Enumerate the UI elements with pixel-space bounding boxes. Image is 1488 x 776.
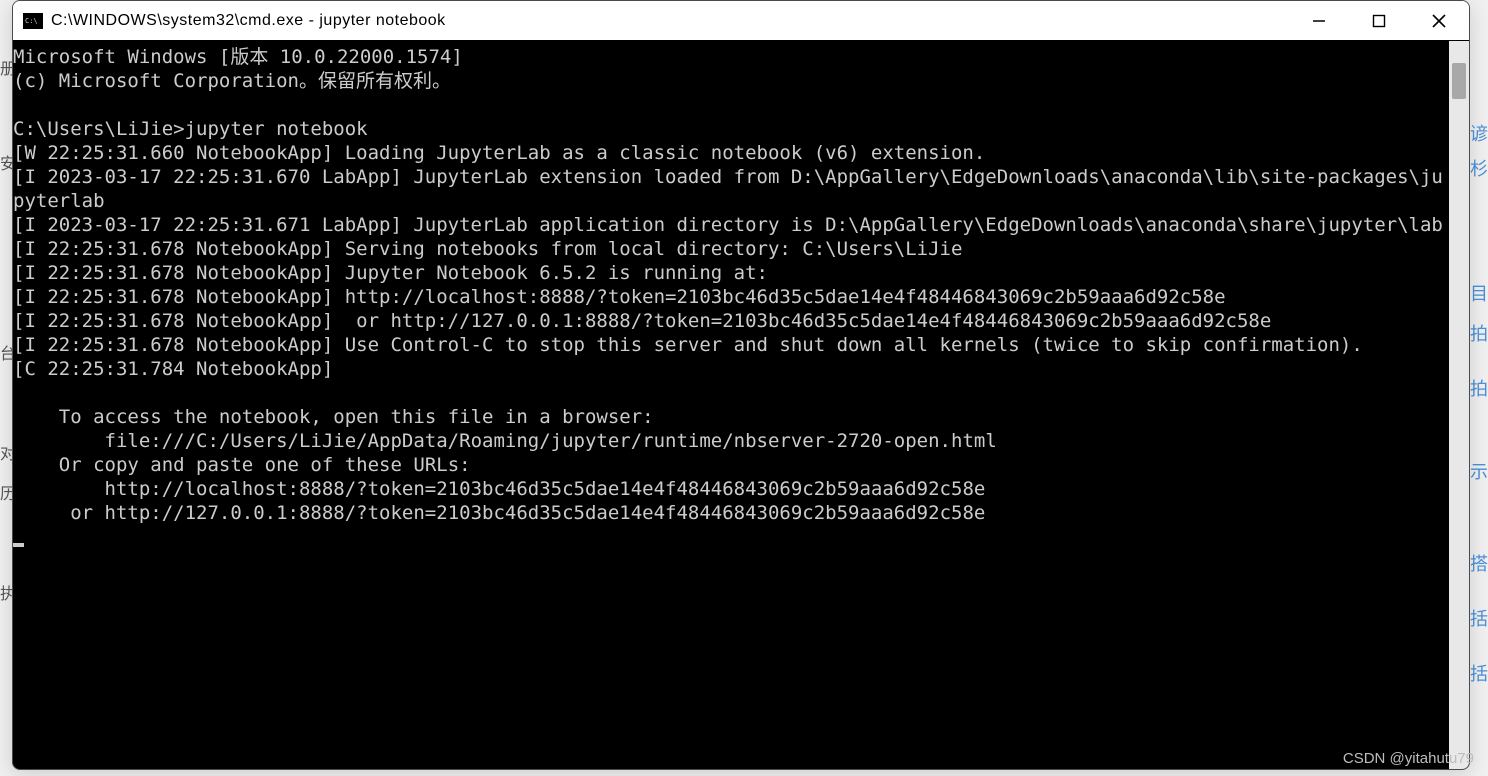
maximize-button[interactable] — [1349, 1, 1409, 40]
window-title: C:\WINDOWS\system32\cmd.exe - jupyter no… — [51, 12, 1289, 30]
scrollbar-track[interactable] — [1449, 41, 1469, 769]
bg-right-char: 目 — [1470, 280, 1488, 306]
titlebar[interactable]: C:\WINDOWS\system32\cmd.exe - jupyter no… — [13, 1, 1469, 41]
bg-right-char: 谚 — [1470, 120, 1488, 146]
cmd-icon — [23, 13, 43, 29]
bg-right-char: 括 — [1470, 660, 1488, 686]
close-icon — [1432, 14, 1446, 28]
bg-right-char: 括 — [1470, 605, 1488, 631]
bg-right-char: 杉 — [1470, 155, 1488, 181]
window-controls — [1289, 1, 1469, 40]
bg-right-char: 拍 — [1470, 375, 1488, 401]
bg-right-char: 示 — [1470, 458, 1488, 484]
cursor — [13, 543, 24, 547]
bg-left-char: 台 — [0, 340, 12, 364]
bg-left-char: 执 — [0, 580, 12, 604]
minimize-button[interactable] — [1289, 1, 1349, 40]
terminal-output[interactable]: Microsoft Windows [版本 10.0.22000.1574] (… — [13, 41, 1449, 769]
maximize-icon — [1372, 14, 1386, 28]
bg-left-char: 对 — [0, 440, 12, 464]
bg-left-char: 册 — [0, 55, 12, 79]
close-button[interactable] — [1409, 1, 1469, 40]
watermark: CSDN @yitahutu79 — [1343, 750, 1474, 767]
bg-right-char: 搭 — [1470, 550, 1488, 576]
terminal-area: Microsoft Windows [版本 10.0.22000.1574] (… — [13, 41, 1469, 769]
minimize-icon — [1312, 14, 1326, 28]
bg-left-char: 安 — [0, 150, 12, 174]
bg-right-char: 拍 — [1470, 320, 1488, 346]
scrollbar-thumb[interactable] — [1452, 63, 1466, 99]
cmd-window: C:\WINDOWS\system32\cmd.exe - jupyter no… — [12, 0, 1470, 770]
bg-left-char: 历 — [0, 480, 12, 504]
